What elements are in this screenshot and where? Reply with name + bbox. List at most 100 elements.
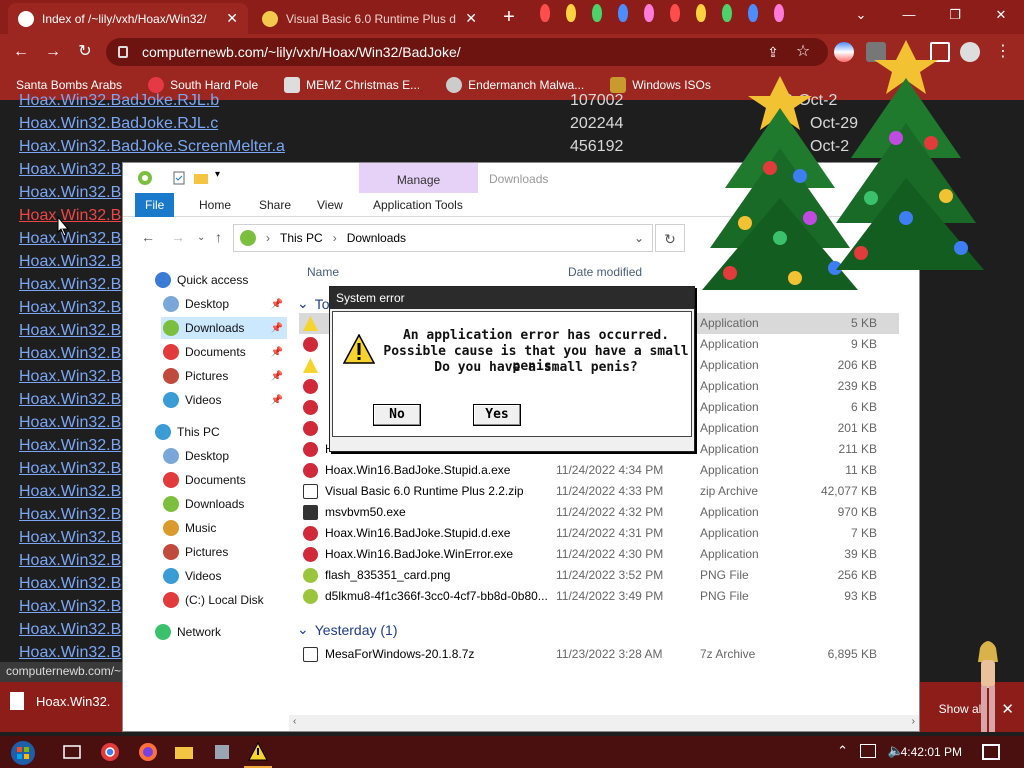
- bookmark-windows-isos[interactable]: Windows ISOs: [610, 77, 711, 93]
- file-link[interactable]: Hoax.Win32.BadJoke.RJL.c: [19, 115, 218, 133]
- file-row[interactable]: Hoax.Win16.BadJoke.Stupid.a.exe 11/24/202…: [299, 460, 899, 481]
- file-link[interactable]: Hoax.Win32.B: [19, 322, 121, 340]
- bookmark-endermanch-malware[interactable]: Endermanch Malwa...: [446, 77, 584, 93]
- file-row[interactable]: Hoax.Win16.BadJoke.WinError.exe 11/24/202…: [299, 544, 899, 565]
- warning-taskbar-icon[interactable]: [248, 742, 268, 762]
- new-folder-icon[interactable]: [193, 170, 209, 186]
- close-tab-icon[interactable]: ✕: [226, 10, 238, 27]
- pin-icon[interactable]: 📌: [271, 371, 283, 382]
- file-link[interactable]: Hoax.Win32.B: [19, 598, 121, 616]
- file-row[interactable]: Visual Basic 6.0 Runtime Plus 2.2.zip 11/…: [299, 481, 899, 502]
- task-view-icon[interactable]: [62, 742, 82, 762]
- file-link[interactable]: Hoax.Win32.B: [19, 644, 121, 662]
- firefox-icon[interactable]: [138, 742, 158, 762]
- nav-item-desktop[interactable]: Desktop 📌: [161, 293, 287, 315]
- back-arrow-icon[interactable]: ←: [141, 229, 155, 245]
- tab-home[interactable]: Home: [189, 193, 241, 217]
- notifications-icon[interactable]: [982, 744, 1000, 760]
- properties-icon[interactable]: [171, 170, 187, 186]
- file-link[interactable]: Hoax.Win32.B: [19, 391, 121, 409]
- file-row[interactable]: Hoax.Win16.BadJoke.Stupid.d.exe 11/24/202…: [299, 523, 899, 544]
- tab-application-tools[interactable]: Application Tools: [363, 193, 473, 217]
- nav-item-downloads[interactable]: Downloads 📌: [161, 317, 287, 339]
- new-tab-button[interactable]: +: [497, 6, 521, 30]
- nav-item-desktop[interactable]: Desktop: [161, 445, 287, 467]
- kebab-menu-icon[interactable]: ⋮: [990, 39, 1016, 65]
- up-arrow-icon[interactable]: ↑: [215, 229, 222, 245]
- file-link[interactable]: Hoax.Win32.B: [19, 345, 121, 363]
- file-link[interactable]: Hoax.Win32.B: [19, 529, 121, 547]
- breadcrumb-this-pc[interactable]: This PC: [280, 231, 323, 245]
- file-link[interactable]: Hoax.Win32.B: [19, 460, 121, 478]
- reload-icon[interactable]: ↻: [72, 39, 98, 65]
- tab-index-of-win32[interactable]: Index of /~lily/vxh/Hoax/Win32/ ✕: [8, 3, 248, 34]
- column-header-date-modified[interactable]: Date modified: [568, 265, 642, 279]
- nav-item-c-local-disk[interactable]: (C:) Local Disk: [161, 589, 287, 611]
- forward-arrow-icon[interactable]: →: [40, 39, 66, 65]
- column-header-name[interactable]: Name: [307, 265, 339, 279]
- pin-icon[interactable]: 📌: [271, 299, 283, 310]
- yes-button[interactable]: Yes: [473, 404, 521, 426]
- file-row[interactable]: MesaForWindows-20.1.8.7z 11/23/2022 3:28 …: [299, 644, 899, 665]
- file-link[interactable]: Hoax.Win32.BadJoke.RJL.b: [19, 92, 219, 110]
- taskbar-clock[interactable]: 4:42:01 PM: [901, 745, 962, 759]
- start-button[interactable]: [10, 740, 36, 766]
- address-bar[interactable]: computernewb.com/~lily/vxh/Hoax/Win32/Ba…: [106, 38, 828, 66]
- share-icon[interactable]: ⇪: [760, 39, 786, 65]
- refresh-button[interactable]: ↻: [655, 224, 685, 252]
- file-link[interactable]: Hoax.Win32.B: [19, 506, 121, 524]
- nav-item-videos[interactable]: Videos: [161, 565, 287, 587]
- file-link[interactable]: Hoax.Win32.B: [19, 621, 121, 639]
- pin-icon[interactable]: 📌: [271, 347, 283, 358]
- pin-icon[interactable]: 📌: [271, 395, 283, 406]
- nav-item-videos[interactable]: Videos 📌: [161, 389, 287, 411]
- no-button[interactable]: No: [373, 404, 421, 426]
- tab-share[interactable]: Share: [249, 193, 301, 217]
- bookmark-memz-christmas[interactable]: MEMZ Christmas E...: [284, 77, 420, 93]
- file-link[interactable]: Hoax.Win32.B: [19, 207, 121, 225]
- group-yesterday[interactable]: ⌄ Yesterday (1): [297, 621, 397, 638]
- file-link[interactable]: Hoax.Win32.B: [19, 437, 121, 455]
- file-row[interactable]: flash_835351_card.png 11/24/2022 3:52 PM P…: [299, 565, 899, 586]
- nav-item-documents[interactable]: Documents 📌: [161, 341, 287, 363]
- tab-visual-basic-runtime[interactable]: Visual Basic 6.0 Runtime Plus d ✕: [252, 3, 487, 34]
- nav-item-pictures[interactable]: Pictures 📌: [161, 365, 287, 387]
- download-item[interactable]: Hoax.Win32.: [10, 692, 110, 710]
- bookmark-south-hard-pole[interactable]: South Hard Pole: [148, 77, 258, 93]
- file-link[interactable]: Hoax.Win32.B: [19, 184, 121, 202]
- tab-file[interactable]: File: [135, 193, 175, 217]
- file-link[interactable]: Hoax.Win32.B: [19, 161, 121, 179]
- file-link[interactable]: Hoax.Win32.B: [19, 368, 121, 386]
- file-link[interactable]: Hoax.Win32.B: [19, 299, 121, 317]
- bookmark-santa-bombs-arabs[interactable]: Santa Bombs Arabs: [16, 78, 122, 92]
- app-icon[interactable]: [212, 742, 232, 762]
- breadcrumb-downloads[interactable]: Downloads: [347, 231, 406, 245]
- bookmark-star-icon[interactable]: ☆: [790, 39, 816, 65]
- nav-item-this-pc[interactable]: This PC: [153, 421, 287, 443]
- file-row[interactable]: d5lkmu8-4f1c366f-3cc0-4cf7-bb8d-0b80... 1…: [299, 586, 899, 607]
- nav-item-network[interactable]: Network: [153, 621, 287, 643]
- file-explorer-icon[interactable]: [174, 742, 194, 762]
- file-link[interactable]: Hoax.Win32.B: [19, 483, 121, 501]
- manage-context-tab[interactable]: Manage: [359, 163, 478, 193]
- pin-icon[interactable]: 📌: [271, 323, 283, 334]
- minimize-button[interactable]: —: [886, 0, 932, 30]
- file-row[interactable]: msvbvm50.exe 11/24/2022 4:32 PM Applicatio…: [299, 502, 899, 523]
- forward-arrow-icon[interactable]: →: [171, 229, 185, 245]
- customize-quick-access-icon[interactable]: ▾: [215, 169, 231, 185]
- nav-item-downloads[interactable]: Downloads: [161, 493, 287, 515]
- nav-item-documents[interactable]: Documents: [161, 469, 287, 491]
- file-link[interactable]: Hoax.Win32.B: [19, 230, 121, 248]
- file-link[interactable]: Hoax.Win32.B: [19, 575, 121, 593]
- file-link[interactable]: Hoax.Win32.B: [19, 276, 121, 294]
- tab-search-chevron-icon[interactable]: ⌄: [838, 0, 884, 30]
- chevron-down-icon[interactable]: ⌄: [634, 231, 644, 245]
- scroll-left-icon[interactable]: ‹: [293, 716, 296, 727]
- close-window-button[interactable]: ✕: [978, 0, 1024, 30]
- scroll-right-icon[interactable]: ›: [912, 716, 915, 727]
- chrome-icon[interactable]: [100, 742, 120, 762]
- tab-view[interactable]: View: [307, 193, 353, 217]
- file-link[interactable]: Hoax.Win32.BadJoke.ScreenMelter.a: [19, 138, 285, 156]
- file-link[interactable]: Hoax.Win32.B: [19, 253, 121, 271]
- close-tab-icon[interactable]: ✕: [465, 10, 477, 27]
